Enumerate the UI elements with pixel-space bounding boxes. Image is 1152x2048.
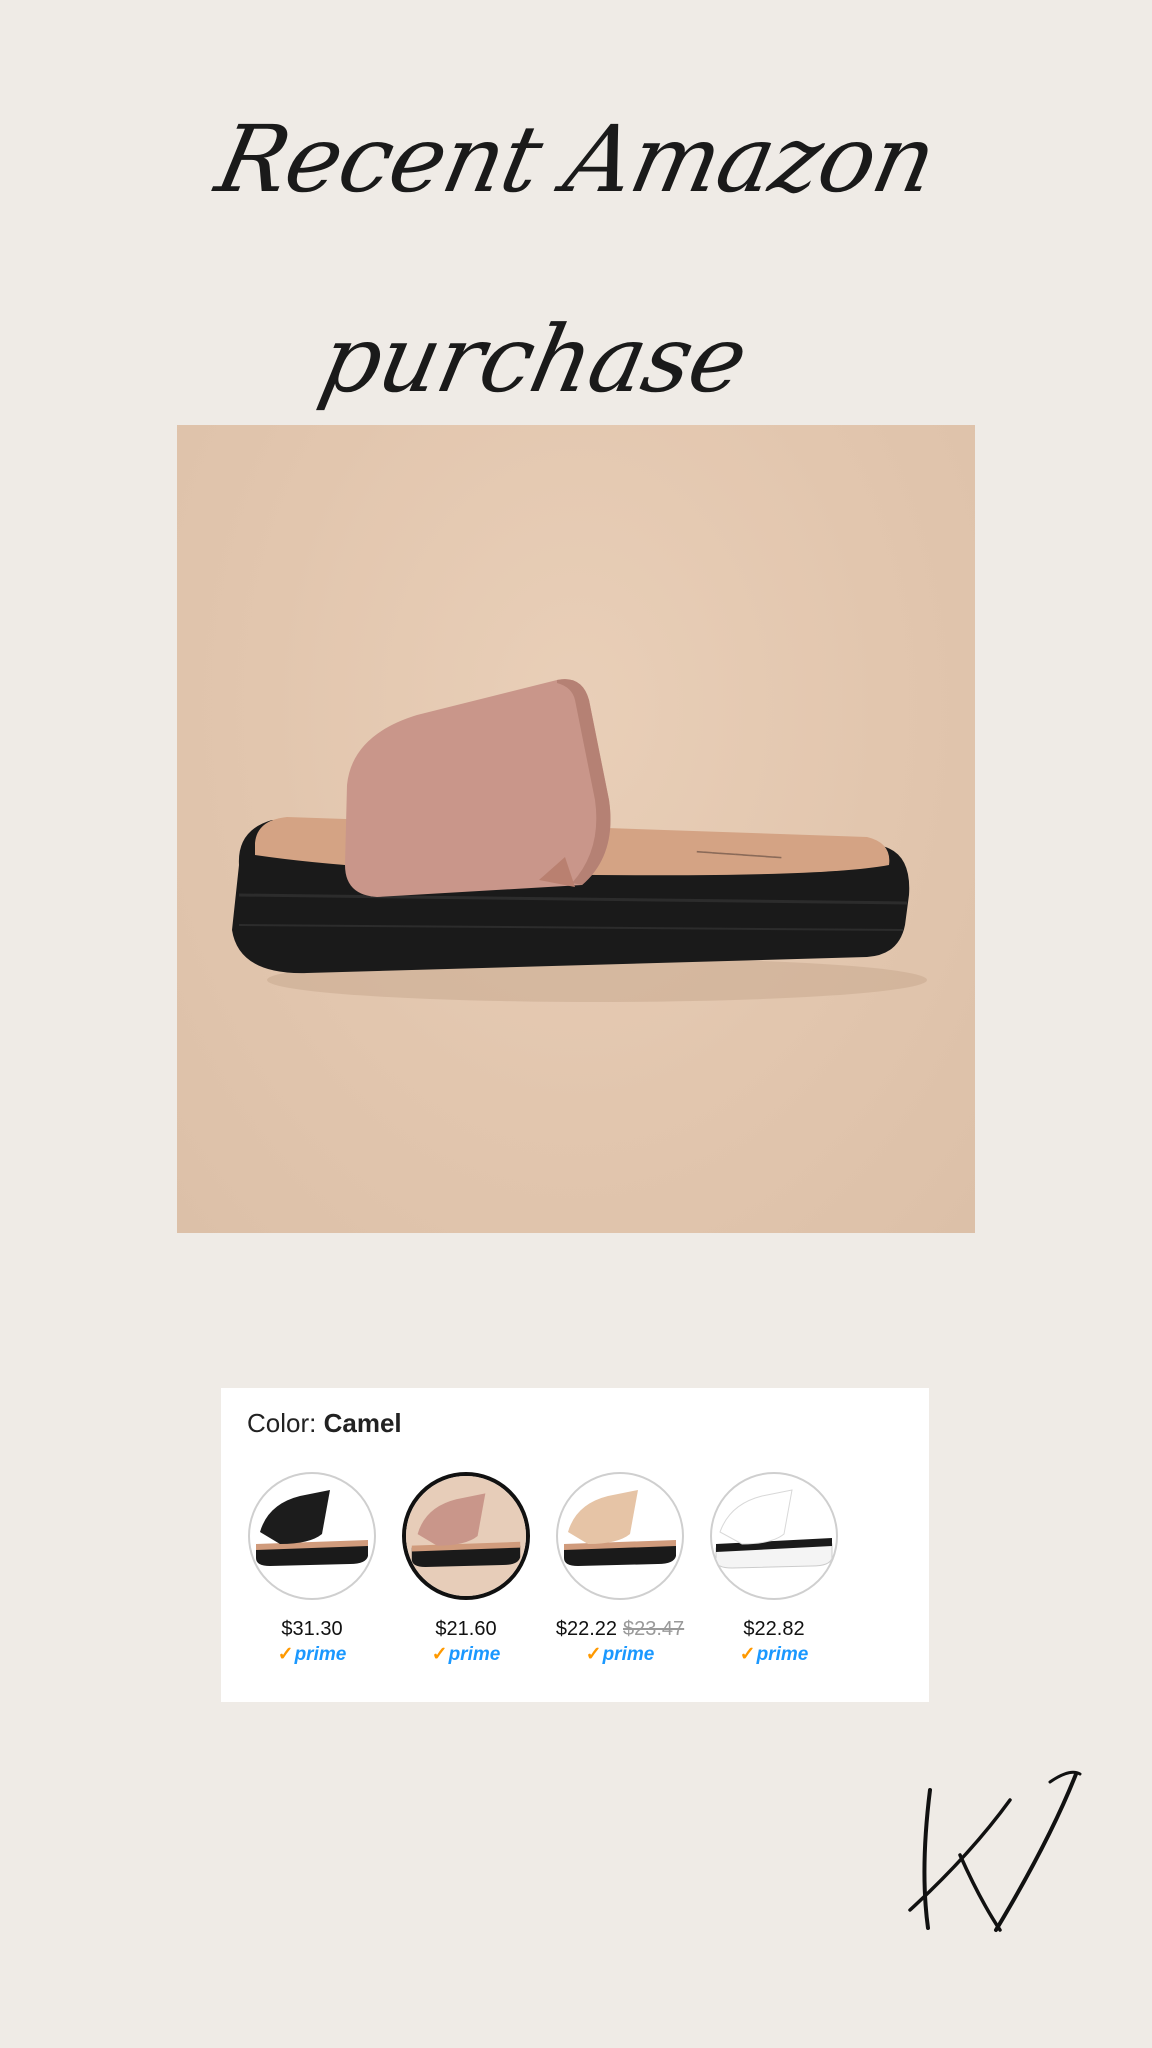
- sandal-black-icon: [256, 1490, 368, 1566]
- prime-check-icon: ✓: [585, 1644, 602, 1665]
- color-value: Camel: [323, 1408, 402, 1438]
- price-current: $31.30: [281, 1618, 343, 1640]
- variant-swatch-nude[interactable]: $22.22 $23.47 ✓prime: [543, 1472, 697, 1666]
- sandal-white-icon: [715, 1489, 833, 1569]
- variant-swatch-camel[interactable]: $21.60 ✓prime: [389, 1472, 543, 1666]
- price-current: $22.22: [555, 1618, 617, 1640]
- prime-check-icon: ✓: [739, 1644, 756, 1665]
- prime-badge: ✓prime: [235, 1643, 389, 1666]
- variant-swatch-white[interactable]: $22.82 ✓prime: [697, 1472, 851, 1666]
- prime-check-icon: ✓: [431, 1644, 448, 1665]
- variant-thumbnail[interactable]: [556, 1472, 684, 1600]
- prime-check-icon: ✓: [277, 1644, 294, 1665]
- variant-swatch-black[interactable]: $31.30 ✓prime: [235, 1472, 389, 1666]
- prime-label: prime: [602, 1644, 655, 1665]
- price-current: $21.60: [435, 1618, 497, 1640]
- color-line: Color: Camel: [247, 1408, 402, 1439]
- prime-label: prime: [448, 1644, 501, 1665]
- prime-label: prime: [756, 1644, 809, 1665]
- variant-thumbnail[interactable]: [248, 1472, 376, 1600]
- variant-price: $22.82: [697, 1618, 851, 1641]
- variant-thumbnail[interactable]: [402, 1472, 530, 1600]
- product-hero-image: ▁▁▁▁▁▁▁▁▁▁▁: [177, 425, 975, 1233]
- price-current: $22.82: [743, 1618, 805, 1640]
- color-label: Color:: [247, 1408, 317, 1438]
- signature-logo: [900, 1760, 1100, 1960]
- variant-price: $21.60: [389, 1618, 543, 1641]
- prime-badge: ✓prime: [389, 1643, 543, 1666]
- variant-selector-card: Color: Camel $31.30 ✓prime $21.60 ✓prime…: [221, 1388, 929, 1702]
- page-title: Recent Amazon purchase: [207, 106, 945, 413]
- sandal-camel-icon: [406, 1476, 526, 1596]
- price-old: $23.47: [623, 1618, 685, 1640]
- sandal-illustration: ▁▁▁▁▁▁▁▁▁▁▁: [232, 679, 927, 1002]
- prime-label: prime: [294, 1644, 347, 1665]
- variant-price: $31.30: [235, 1618, 389, 1641]
- signature-kv-icon: [908, 1770, 1082, 1932]
- variant-price: $22.22 $23.47: [543, 1618, 697, 1641]
- prime-badge: ✓prime: [697, 1643, 851, 1666]
- sandal-nude-icon: [564, 1490, 676, 1566]
- variant-thumbnail[interactable]: [710, 1472, 838, 1600]
- prime-badge: ✓prime: [543, 1643, 697, 1666]
